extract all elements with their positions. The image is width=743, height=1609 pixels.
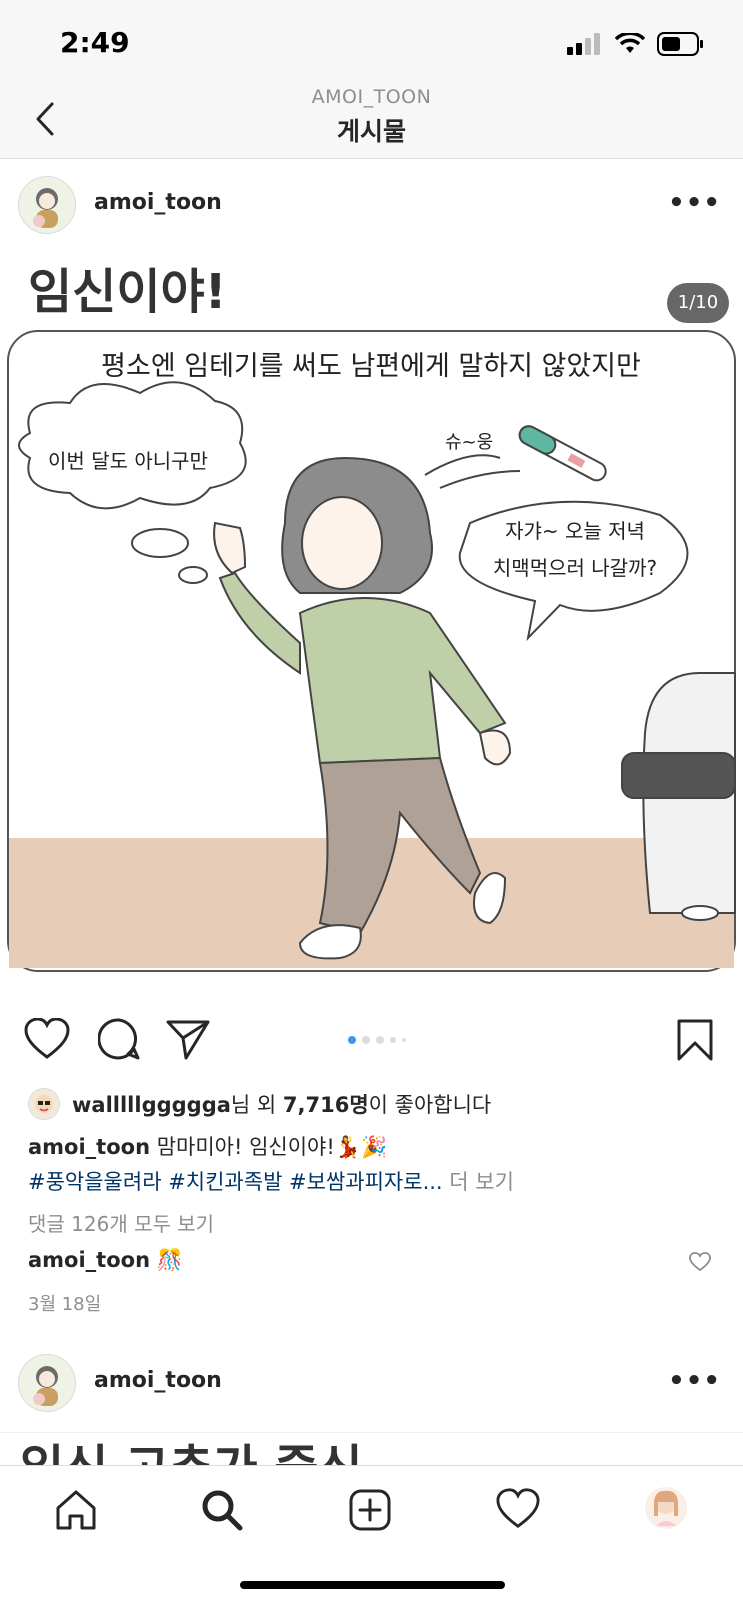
status-icons — [567, 32, 705, 56]
profile-avatar[interactable] — [644, 1486, 688, 1530]
comic-speech-1: 자갸~ 오늘 저녁 — [505, 519, 645, 543]
next-post-avatar[interactable] — [18, 1354, 76, 1412]
nav-bar: AMOI_TOON 게시물 — [0, 86, 743, 159]
share-direct-icon[interactable] — [166, 1018, 210, 1060]
likes-line[interactable]: walllllggggga님 외 7,716명이 좋아합니다 — [28, 1088, 491, 1120]
comment-username[interactable]: amoi_toon — [28, 1248, 150, 1272]
more-options-icon[interactable]: ••• — [668, 188, 721, 218]
caption-username[interactable]: amoi_toon — [28, 1135, 150, 1159]
likes-mid: 님 외 — [230, 1093, 283, 1117]
next-post-image-peek[interactable]: 임신 고추가 중신 — [20, 1428, 420, 1468]
comic-title: 임신이야! — [28, 264, 227, 320]
post-image[interactable]: 임신이야! 평소엔 임테기를 써도 남편에게 말하지 않았지만 이번 달도 아니… — [0, 253, 743, 995]
avatar-illustration-icon — [33, 188, 58, 228]
carousel-dot — [376, 1036, 384, 1044]
home-icon[interactable] — [54, 1488, 98, 1532]
comic-speech-2: 치맥먹으러 나갈까? — [493, 556, 657, 580]
liker-avatar-icon — [35, 1095, 53, 1113]
status-time: 2:49 — [60, 26, 130, 59]
comment-like-heart-icon[interactable] — [689, 1252, 711, 1272]
view-all-comments-link[interactable]: 댓글 126개 모두 보기 — [28, 1208, 214, 1237]
more-options-icon[interactable]: ••• — [668, 1366, 721, 1396]
tab-bar — [0, 1465, 743, 1609]
likes-count[interactable]: 7,716명 — [283, 1093, 369, 1117]
post-avatar[interactable] — [18, 176, 76, 234]
status-bar: 2:49 — [0, 0, 743, 90]
search-icon[interactable] — [200, 1488, 244, 1532]
post-actions — [0, 1010, 743, 1070]
carousel-indicator — [348, 1036, 406, 1044]
like-heart-icon[interactable] — [24, 1018, 70, 1060]
comic-thought: 이번 달도 아니구만 — [48, 449, 208, 473]
nav-subtitle: AMOI_TOON — [311, 86, 432, 108]
comic-sfx: 슈~웅 — [445, 432, 493, 453]
caption-text: 맘마미아! 임신이야!💃🎉 — [156, 1135, 388, 1159]
next-post-username[interactable]: amoi_toon — [94, 1368, 222, 1393]
avatar-illustration-icon — [33, 1366, 58, 1406]
signal-icon — [567, 33, 600, 55]
comment-text: 🎊 — [156, 1248, 183, 1272]
home-indicator — [240, 1581, 505, 1589]
comic-narration: 평소엔 임테기를 써도 남편에게 말하지 않았지만 — [101, 351, 641, 382]
hashtags[interactable]: #풍악을울려라 #치킨과족발 #보쌈과피자로... 더 보기 — [28, 1166, 514, 1196]
activity-heart-icon[interactable] — [496, 1488, 540, 1530]
wifi-icon — [615, 33, 645, 53]
next-post-header: amoi_toon ••• — [0, 1336, 743, 1433]
post-date: 3월 18일 — [28, 1294, 102, 1315]
comment-row: amoi_toon 🎊 — [28, 1248, 183, 1273]
battery-icon — [657, 32, 703, 56]
caption-more-link[interactable]: 더 보기 — [449, 1170, 514, 1194]
carousel-dot — [390, 1037, 396, 1043]
comic-illustration: 임신이야! 평소엔 임테기를 써도 남편에게 말하지 않았지만 이번 달도 아니… — [7, 264, 736, 972]
carousel-dot — [348, 1036, 356, 1044]
carousel-dot — [362, 1036, 370, 1044]
likes-suffix: 이 좋아합니다 — [368, 1093, 492, 1117]
comment-bubble-icon[interactable] — [98, 1018, 140, 1060]
add-icon[interactable] — [348, 1488, 392, 1532]
save-bookmark-icon[interactable] — [676, 1018, 714, 1062]
liker-username[interactable]: walllllggggga — [72, 1093, 231, 1117]
nav-title: 게시물 — [336, 117, 406, 146]
post-header: amoi_toon ••• — [0, 158, 743, 255]
liker-avatar — [28, 1088, 60, 1120]
post-username[interactable]: amoi_toon — [94, 190, 222, 215]
hashtags-text[interactable]: #풍악을울려라 #치킨과족발 #보쌈과피자로... — [28, 1170, 443, 1194]
carousel-dot — [402, 1038, 406, 1042]
image-counter: 1/10 — [667, 283, 729, 323]
caption: amoi_toon 맘마미아! 임신이야!💃🎉 — [28, 1131, 387, 1161]
